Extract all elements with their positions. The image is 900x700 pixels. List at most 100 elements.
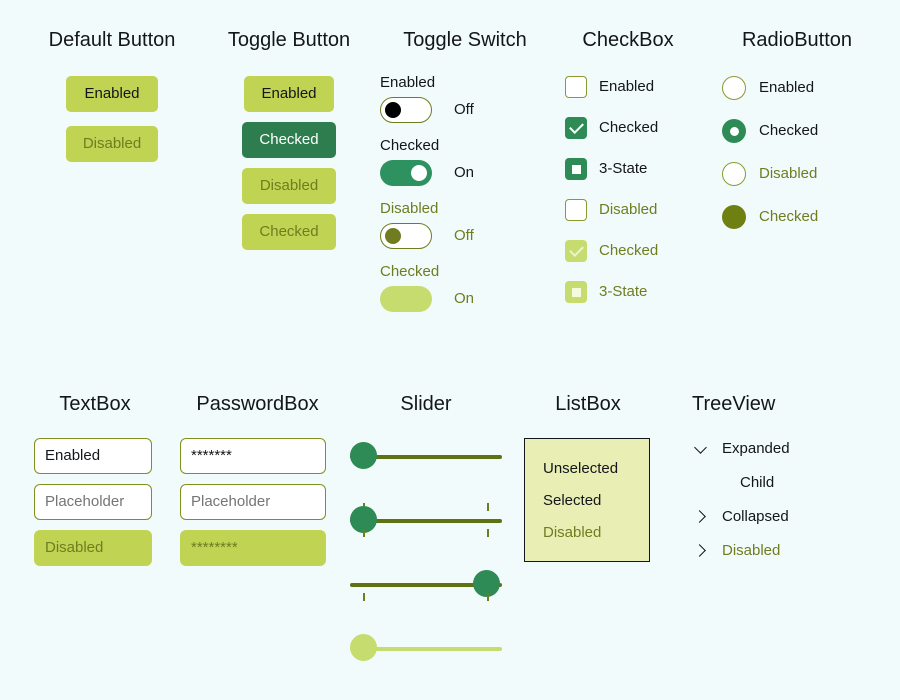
toggle-switch-header-checked-disabled: Checked <box>380 263 550 281</box>
checkbox-label-enabled: Enabled <box>599 78 654 96</box>
indeterminate-icon <box>572 165 581 174</box>
textbox-group <box>34 438 168 566</box>
checkbox-row-disabled: Disabled <box>565 199 703 221</box>
radio-checked[interactable] <box>722 119 746 143</box>
slider-tick <box>487 593 489 601</box>
radio-disabled <box>722 162 746 186</box>
textbox-placeholder[interactable] <box>34 484 152 520</box>
checkbox-row-enabled: Enabled <box>565 76 703 98</box>
column-title-slider: Slider <box>350 392 502 416</box>
treeview-item-disabled: Disabled <box>692 542 882 560</box>
column-toggle-button: Toggle Button Enabled Checked Disabled C… <box>200 28 378 250</box>
toggle-switch-enabled[interactable] <box>380 97 432 123</box>
radio-row-enabled: Enabled <box>722 76 882 100</box>
checkbox-label-3state: 3-State <box>599 160 647 178</box>
listbox-item-selected[interactable]: Selected <box>525 485 649 517</box>
slider-thumb[interactable] <box>350 442 377 469</box>
treeview-item-collapsed[interactable]: Collapsed <box>692 508 882 526</box>
checkbox-label-3state-disabled: 3-State <box>599 283 647 301</box>
passwordbox-group <box>180 438 345 566</box>
textbox-enabled[interactable] <box>34 438 152 474</box>
treeview-item-expanded[interactable]: Expanded <box>692 440 882 458</box>
column-checkbox: CheckBox Enabled Checked 3-State Disable… <box>553 28 703 322</box>
toggle-switch-checked[interactable] <box>380 160 432 186</box>
slider-tick <box>363 593 365 601</box>
column-default-button: Default Button Enabled Disabled <box>22 28 202 162</box>
checkbox-group: Enabled Checked 3-State Disabled Checked <box>565 76 703 303</box>
listbox-item-disabled: Disabled <box>525 517 649 549</box>
toggle-switch-state-checked-disabled: On <box>454 290 474 308</box>
toggle-switch-state-checked: On <box>454 164 474 182</box>
column-title-listbox: ListBox <box>524 392 652 416</box>
toggle-switch-group: Enabled Off Checked On Disabled Off Chec… <box>380 74 550 312</box>
radio-checked-disabled <box>722 205 746 229</box>
checkbox-label-checked-disabled: Checked <box>599 242 658 260</box>
listbox-item-unselected[interactable]: Unselected <box>525 453 649 485</box>
column-title-radiobutton: RadioButton <box>712 28 882 52</box>
radio-dot-icon <box>730 127 739 136</box>
checkbox-indeterminate[interactable] <box>565 158 587 180</box>
slider-tick <box>363 529 365 537</box>
column-passwordbox: PasswordBox <box>170 392 345 576</box>
slider-ticks-both[interactable] <box>350 498 502 544</box>
default-button-group: Enabled Disabled <box>22 76 202 162</box>
treeview-label-disabled: Disabled <box>722 542 780 560</box>
check-icon <box>569 242 584 257</box>
checkbox-enabled[interactable] <box>565 76 587 98</box>
default-button-enabled[interactable]: Enabled <box>66 76 158 112</box>
passwordbox-enabled[interactable] <box>180 438 326 474</box>
treeview-item-child[interactable]: Child <box>740 474 882 492</box>
toggle-button-checked[interactable]: Checked <box>242 122 336 158</box>
column-title-default-button: Default Button <box>22 28 202 52</box>
passwordbox-placeholder[interactable] <box>180 484 326 520</box>
chevron-down-icon[interactable] <box>692 440 710 458</box>
treeview-label-child: Child <box>740 474 774 492</box>
radio-enabled[interactable] <box>722 76 746 100</box>
toggle-switch-row-enabled: Off <box>380 97 550 123</box>
checkbox-checked-disabled <box>565 240 587 262</box>
column-slider: Slider <box>350 392 502 672</box>
radio-row-checked-disabled: Checked <box>722 205 882 229</box>
checkbox-checked[interactable] <box>565 117 587 139</box>
slider-no-ticks[interactable] <box>350 434 502 480</box>
toggle-knob <box>385 228 401 244</box>
treeview-group: Expanded Child Collapsed Disabled <box>692 440 882 560</box>
checkbox-row-3state-disabled: 3-State <box>565 281 703 303</box>
checkbox-label-checked: Checked <box>599 119 658 137</box>
treeview-label-collapsed: Collapsed <box>722 508 789 526</box>
column-title-toggle-switch: Toggle Switch <box>380 28 550 52</box>
checkbox-disabled <box>565 199 587 221</box>
passwordbox-disabled <box>180 530 326 566</box>
radio-row-disabled: Disabled <box>722 162 882 186</box>
toggle-switch-header-disabled: Disabled <box>380 200 550 218</box>
default-button-disabled: Disabled <box>66 126 158 162</box>
toggle-switch-state-disabled: Off <box>454 227 474 245</box>
radio-label-checked: Checked <box>759 122 818 140</box>
check-icon <box>569 119 584 134</box>
slider-tick <box>487 503 489 511</box>
listbox[interactable]: Unselected Selected Disabled <box>524 438 650 562</box>
chevron-right-icon <box>692 542 710 560</box>
controls-gallery: Default Button Enabled Disabled Toggle B… <box>0 0 900 700</box>
toggle-knob <box>411 165 427 181</box>
toggle-knob <box>411 291 427 307</box>
column-title-passwordbox: PasswordBox <box>170 392 345 416</box>
column-listbox: ListBox Unselected Selected Disabled <box>524 392 652 562</box>
radio-label-checked-disabled: Checked <box>759 208 818 226</box>
toggle-button-enabled[interactable]: Enabled <box>244 76 334 112</box>
column-radiobutton: RadioButton Enabled Checked Disabled Che… <box>712 28 882 248</box>
toggle-switch-state-enabled: Off <box>454 101 474 119</box>
radio-label-enabled: Enabled <box>759 79 814 97</box>
checkbox-label-disabled: Disabled <box>599 201 657 219</box>
column-textbox: TextBox <box>22 392 168 576</box>
textbox-disabled <box>34 530 152 566</box>
toggle-switch-row-disabled: Off <box>380 223 550 249</box>
slider-tick <box>487 529 489 537</box>
toggle-button-group: Enabled Checked Disabled Checked <box>200 76 378 250</box>
chevron-right-icon[interactable] <box>692 508 710 526</box>
toggle-switch-disabled <box>380 223 432 249</box>
column-title-toggle-button: Toggle Button <box>200 28 378 52</box>
indeterminate-icon <box>572 288 581 297</box>
column-toggle-switch: Toggle Switch Enabled Off Checked On Dis… <box>380 28 550 326</box>
slider-ticks-below[interactable] <box>350 562 502 608</box>
